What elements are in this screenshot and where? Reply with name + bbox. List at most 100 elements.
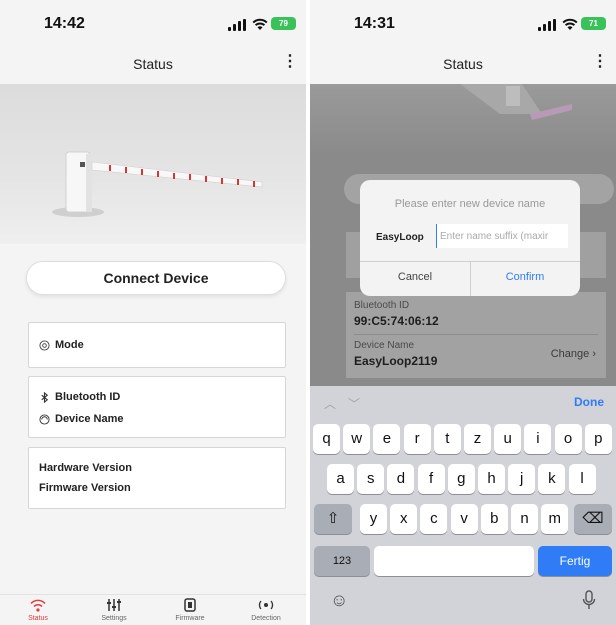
battery-icon: 71 — [581, 17, 606, 30]
cancel-button[interactable]: Cancel — [360, 271, 470, 283]
name-suffix-input[interactable] — [436, 224, 568, 248]
hardware-version-row: Hardware Version — [39, 462, 132, 474]
device-name-icon — [39, 413, 50, 425]
key-p[interactable]: p — [584, 424, 612, 454]
bluetooth-id-label: Bluetooth ID — [55, 391, 121, 403]
key-m[interactable]: m — [541, 504, 569, 534]
key-s[interactable]: s — [357, 464, 385, 494]
navigation-bar: Status ⋮ — [0, 40, 306, 84]
key-z[interactable]: z — [464, 424, 491, 454]
name-prefix: EasyLoop — [376, 232, 424, 243]
status-bar: 14:31 71 — [310, 0, 616, 40]
battery-icon: 79 — [271, 17, 296, 30]
cellular-signal-icon — [228, 19, 246, 31]
key-v[interactable]: v — [450, 504, 478, 534]
chevron-up-icon[interactable]: ︿ — [324, 395, 336, 412]
tab-firmware-label: Firmware — [175, 615, 205, 622]
key-l[interactable]: l — [568, 464, 596, 494]
navigation-bar: Status ⋮ — [310, 40, 616, 84]
key-h[interactable]: h — [478, 464, 505, 494]
page-title: Status — [443, 56, 483, 72]
more-options-icon[interactable]: ⋮ — [592, 54, 608, 70]
key-x[interactable]: x — [390, 504, 418, 534]
wifi-icon — [252, 18, 268, 30]
key-u[interactable]: u — [494, 424, 522, 454]
wifi-signal-icon — [30, 599, 46, 612]
bluetooth-id-value: 99:C5:74:06:12 — [354, 314, 439, 328]
confirm-button[interactable]: Confirm — [470, 271, 580, 283]
chevron-right-icon: › — [592, 348, 596, 360]
sliders-icon — [107, 599, 121, 611]
keyboard-accessory-bar: ︿ ﹀ Done — [310, 386, 616, 418]
microphone-icon[interactable] — [582, 590, 596, 610]
change-label: Change — [550, 348, 590, 360]
mode-card[interactable]: Mode — [28, 322, 286, 368]
version-card: Hardware Version Firmware Version — [28, 447, 286, 509]
numbers-key[interactable]: 123 — [314, 546, 370, 576]
key-w[interactable]: w — [343, 424, 371, 454]
device-name-label: Device Name — [55, 413, 124, 425]
device-name-row: Device Name — [39, 413, 124, 425]
key-d[interactable]: d — [387, 464, 415, 494]
key-n[interactable]: n — [511, 504, 538, 534]
device-info-card: Bluetooth ID 99:C5:74:06:12 Device Name … — [346, 292, 606, 378]
clock: 14:42 — [44, 15, 85, 32]
chip-icon — [184, 598, 196, 612]
tab-status-label: Status — [28, 615, 48, 622]
mode-icon — [39, 339, 50, 351]
key-g[interactable]: g — [447, 464, 475, 494]
tab-detection-label: Detection — [251, 615, 281, 622]
page-title: Status — [133, 56, 173, 72]
tab-bar: Status Settings Firmware Detection — [0, 594, 306, 625]
key-y[interactable]: y — [360, 504, 387, 534]
firmware-version-label: Firmware Version — [39, 482, 131, 494]
screenshot-stage: 14:42 79 Status ⋮ Connect Device Mode Bl… — [0, 0, 616, 625]
barrier-gate-illustration — [52, 151, 263, 217]
key-q[interactable]: q — [313, 424, 340, 454]
chevron-down-icon[interactable]: ﹀ — [348, 395, 360, 412]
key-o[interactable]: o — [554, 424, 582, 454]
key-j[interactable]: j — [508, 464, 536, 494]
rename-device-screen: 14:31 71 Status ⋮ Bluetooth ID 99:C5:74:… — [310, 0, 616, 625]
dimmed-gate-illustration — [460, 84, 572, 120]
key-r[interactable]: r — [403, 424, 431, 454]
mode-row: Mode — [39, 339, 84, 351]
done-button[interactable]: Done — [574, 395, 604, 409]
key-t[interactable]: t — [433, 424, 461, 454]
firmware-version-row: Firmware Version — [39, 482, 131, 494]
device-name-value: EasyLoop2119 — [354, 354, 438, 368]
more-options-icon[interactable]: ⋮ — [282, 54, 298, 70]
device-name-label: Device Name — [354, 340, 415, 351]
shift-key[interactable]: ⇧ — [314, 504, 352, 534]
bluetooth-row: Bluetooth ID — [39, 391, 120, 403]
divider — [354, 334, 598, 335]
status-bar: 14:42 79 — [0, 0, 306, 40]
emoji-icon[interactable]: ☺ — [330, 590, 348, 611]
key-a[interactable]: a — [327, 464, 354, 494]
key-i[interactable]: i — [524, 424, 552, 454]
bluetooth-id-label: Bluetooth ID — [354, 300, 410, 311]
connect-device-button[interactable]: Connect Device — [26, 261, 286, 295]
keyboard: ⇧ ⌫ 123 Fertig ☺ qwertzuiop asdfghjkl yxcv… — [310, 418, 616, 625]
radar-icon — [258, 600, 274, 610]
bluetooth-icon — [41, 391, 49, 403]
change-name-link[interactable]: Change › — [551, 348, 596, 360]
key-c[interactable]: c — [420, 504, 448, 534]
cellular-signal-icon — [538, 19, 556, 31]
key-k[interactable]: k — [538, 464, 566, 494]
key-e[interactable]: e — [373, 424, 401, 454]
tab-settings-label: Settings — [101, 615, 127, 622]
bluetooth-card[interactable]: Bluetooth ID Device Name — [28, 376, 286, 438]
dialog-title: Please enter new device name — [394, 198, 546, 210]
space-key[interactable] — [374, 546, 534, 576]
status-screen: 14:42 79 Status ⋮ Connect Device Mode Bl… — [0, 0, 306, 625]
dimmed-hero-image — [310, 84, 616, 156]
mode-label: Mode — [55, 339, 84, 351]
hardware-version-label: Hardware Version — [39, 462, 132, 474]
key-f[interactable]: f — [417, 464, 445, 494]
clock: 14:31 — [354, 15, 395, 32]
key-b[interactable]: b — [480, 504, 508, 534]
backspace-key[interactable]: ⌫ — [574, 504, 612, 534]
rename-dialog: Please enter new device name EasyLoop Ca… — [360, 180, 580, 296]
return-key[interactable]: Fertig — [538, 546, 612, 576]
